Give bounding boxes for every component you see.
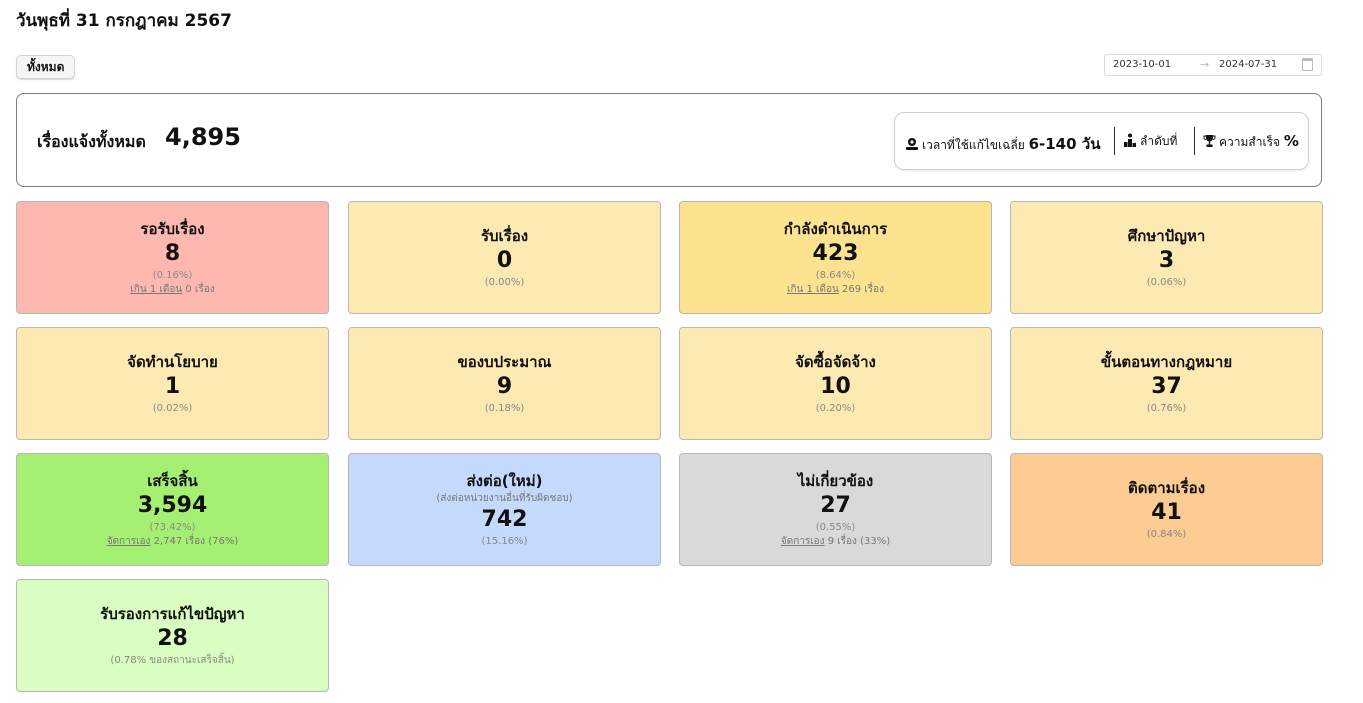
card-percent: (73.42%) xyxy=(149,521,196,533)
status-card-legal[interactable]: ขั้นตอนทางกฎหมาย 37 (0.76%) xyxy=(1010,327,1323,440)
card-title: ไม่เกี่ยวข้อง xyxy=(797,471,874,490)
status-card-completed[interactable]: เสร็จสิ้น 3,594 (73.42%) จัดการเอง 2,747… xyxy=(16,453,329,566)
card-value: 8 xyxy=(164,240,181,266)
card-title: ศึกษาปัญหา xyxy=(1127,226,1206,245)
card-value: 28 xyxy=(157,625,188,651)
avg-time-label: เวลาที่ใช้แก้ไขเฉลี่ย xyxy=(922,138,1025,152)
arrow-right-icon: → xyxy=(1200,58,1210,71)
success-label: ความสำเร็จ xyxy=(1219,135,1281,149)
status-card-in-progress[interactable]: กำลังดำเนินการ 423 (8.64%) เกิน 1 เดือน … xyxy=(679,201,992,314)
card-title: กำลังดำเนินการ xyxy=(783,219,888,238)
divider xyxy=(1194,127,1195,155)
card-percent: (15.16%) xyxy=(481,535,528,547)
status-card-policy[interactable]: จัดทำนโยบาย 1 (0.02%) xyxy=(16,327,329,440)
card-percent: (0.76%) xyxy=(1146,402,1187,414)
card-value: 0 xyxy=(496,247,513,273)
card-percent: (0.16%) xyxy=(152,269,193,281)
card-extra: จัดการเอง 9 เรื่อง (33%) xyxy=(680,535,991,549)
card-title: รับเรื่อง xyxy=(480,226,529,245)
date-range-picker[interactable]: 2023-10-01 → 2024-07-31 xyxy=(1104,54,1322,76)
stats-box: เวลาที่ใช้แก้ไขเฉลี่ย 6-140 วัน ลำดับที่… xyxy=(894,112,1309,170)
card-percent: (0.55%) xyxy=(815,521,856,533)
all-filter-button[interactable]: ทั้งหมด xyxy=(16,55,76,79)
card-percent: (0.00%) xyxy=(484,276,525,288)
card-percent: (0.18%) xyxy=(484,402,525,414)
status-card-follow-up[interactable]: ติดตามเรื่อง 41 (0.84%) xyxy=(1010,453,1323,566)
card-value: 41 xyxy=(1151,499,1182,525)
card-extra: เกิน 1 เดือน 269 เรื่อง xyxy=(680,283,991,297)
card-extra: เกิน 1 เดือน 0 เรื่อง xyxy=(17,283,328,297)
rank-label: ลำดับที่ xyxy=(1140,134,1178,148)
date-start-input[interactable]: 2023-10-01 xyxy=(1113,59,1171,70)
success-stat: ความสำเร็จ % xyxy=(1203,132,1299,152)
summary-panel: เรื่องแจ้งทั้งหมด 4,895 เวลาที่ใช้แก้ไขเ… xyxy=(16,93,1322,187)
card-title: จัดซื้อจัดจ้าง xyxy=(795,352,876,371)
card-value: 3 xyxy=(1158,247,1175,273)
card-title: จัดทำนโยบาย xyxy=(127,352,218,371)
card-title: ส่งต่อ(ใหม่) xyxy=(466,471,543,490)
page-title: วันพุธที่ 31 กรกฎาคม 2567 xyxy=(16,11,232,31)
avg-time-stat: เวลาที่ใช้แก้ไขเฉลี่ย 6-140 วัน xyxy=(905,132,1100,156)
card-value: 1 xyxy=(164,373,181,399)
rank-stat: ลำดับที่ xyxy=(1123,132,1177,151)
self-handled-count: 9 เรื่อง (33%) xyxy=(824,535,891,547)
overdue-count: 0 เรื่อง xyxy=(182,283,215,295)
avg-time-value: 6-140 วัน xyxy=(1028,135,1101,153)
overdue-link[interactable]: เกิน 1 เดือน xyxy=(130,284,182,295)
summary-label: เรื่องแจ้งทั้งหมด xyxy=(37,132,146,151)
divider xyxy=(1114,127,1115,155)
status-card-procurement[interactable]: จัดซื้อจัดจ้าง 10 (0.20%) xyxy=(679,327,992,440)
overdue-count: 269 เรื่อง xyxy=(838,283,884,295)
calendar-icon[interactable] xyxy=(1302,58,1313,71)
status-card-forwarded[interactable]: ส่งต่อ(ใหม่) (ส่งต่อหน่วยงานอื่นที่รับผิ… xyxy=(348,453,661,566)
card-value: 27 xyxy=(820,492,851,518)
card-title: รอรับเรื่อง xyxy=(140,219,205,238)
card-percent: (0.06%) xyxy=(1146,276,1187,288)
summary-total: 4,895 xyxy=(165,123,241,151)
card-percent: (8.64%) xyxy=(815,269,856,281)
card-subtitle: (ส่งต่อหน่วยงานอื่นที่รับผิดชอบ) xyxy=(436,492,573,504)
status-card-irrelevant[interactable]: ไม่เกี่ยวข้อง 27 (0.55%) จัดการเอง 9 เรื… xyxy=(679,453,992,566)
card-value: 742 xyxy=(481,506,528,532)
card-value: 37 xyxy=(1151,373,1182,399)
card-title: เสร็จสิ้น xyxy=(147,471,198,490)
card-value: 3,594 xyxy=(137,492,208,518)
success-value: % xyxy=(1283,132,1299,150)
card-title: ติดตามเรื่อง xyxy=(1127,478,1206,497)
status-card-pending[interactable]: รอรับเรื่อง 8 (0.16%) เกิน 1 เดือน 0 เรื… xyxy=(16,201,329,314)
card-title: ของบประมาณ xyxy=(457,352,552,371)
date-end-input[interactable]: 2024-07-31 xyxy=(1219,59,1277,70)
card-title: ขั้นตอนทางกฎหมาย xyxy=(1100,352,1233,371)
overdue-link[interactable]: เกิน 1 เดือน xyxy=(787,284,839,295)
self-handled-link[interactable]: จัดการเอง xyxy=(107,536,151,547)
card-value: 423 xyxy=(812,240,859,266)
card-title: รับรองการแก้ไขปัญหา xyxy=(100,604,245,623)
card-percent: (0.20%) xyxy=(815,402,856,414)
podium-icon xyxy=(1123,133,1137,147)
self-handled-count: 2,747 เรื่อง (76%) xyxy=(150,535,239,547)
status-card-budget[interactable]: ของบประมาณ 9 (0.18%) xyxy=(348,327,661,440)
card-percent: (0.02%) xyxy=(152,402,193,414)
card-value: 10 xyxy=(820,373,851,399)
status-card-certified[interactable]: รับรองการแก้ไขปัญหา 28 (0.78% ของสถานะเส… xyxy=(16,579,329,692)
card-percent: (0.78% ของสถานะเสร็จสิ้น) xyxy=(110,654,235,666)
card-percent: (0.84%) xyxy=(1146,528,1187,540)
card-value: 9 xyxy=(496,373,513,399)
user-clock-icon xyxy=(905,137,919,151)
trophy-icon xyxy=(1203,134,1216,148)
self-handled-link[interactable]: จัดการเอง xyxy=(781,536,825,547)
status-card-study[interactable]: ศึกษาปัญหา 3 (0.06%) xyxy=(1010,201,1323,314)
card-extra: จัดการเอง 2,747 เรื่อง (76%) xyxy=(17,535,328,549)
status-card-received[interactable]: รับเรื่อง 0 (0.00%) xyxy=(348,201,661,314)
